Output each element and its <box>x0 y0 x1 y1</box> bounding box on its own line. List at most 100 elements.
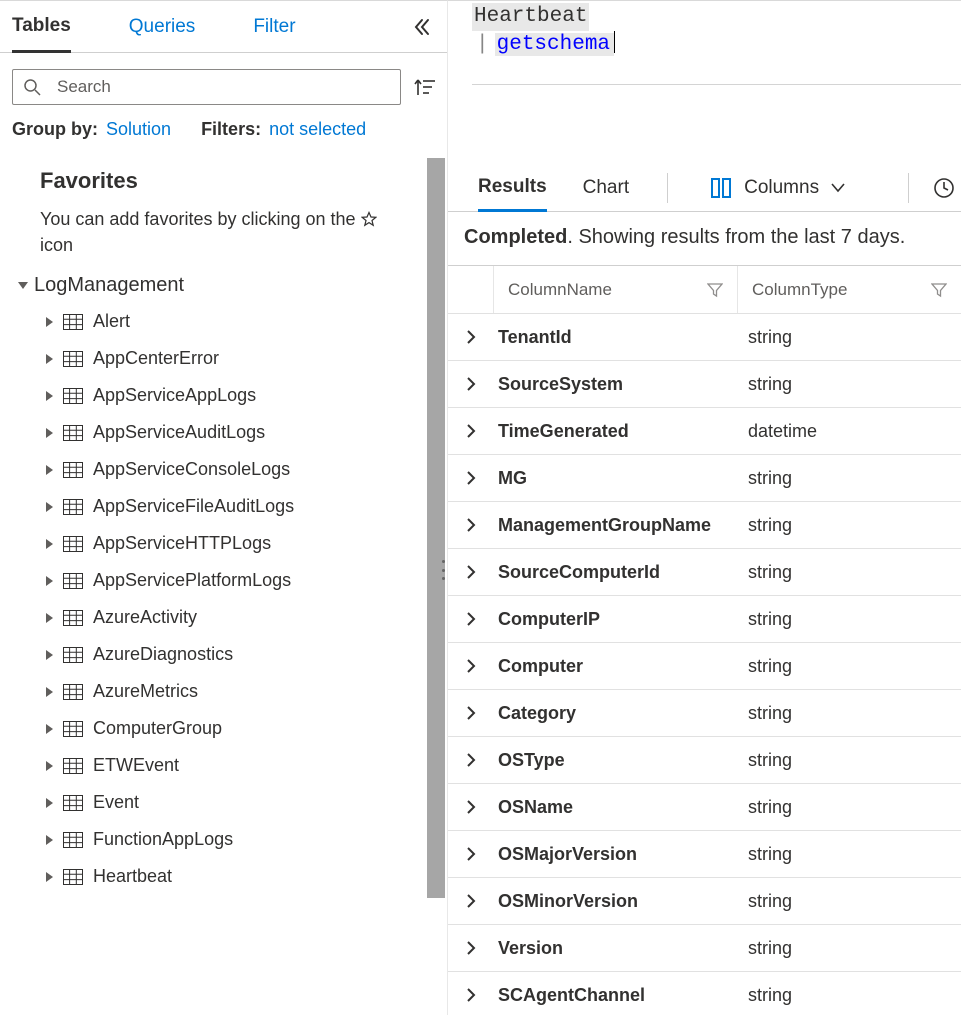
table-row[interactable]: TenantId string <box>448 314 961 361</box>
table-row[interactable]: OSMajorVersion string <box>448 831 961 878</box>
table-item-label: AppServiceHTTPLogs <box>93 533 271 554</box>
table-row[interactable]: OSName string <box>448 784 961 831</box>
table-item[interactable]: Alert <box>46 303 425 340</box>
th-columnname-label: ColumnName <box>508 280 612 300</box>
row-expand[interactable] <box>448 612 494 626</box>
table-item[interactable]: Event <box>46 784 425 821</box>
th-columntype[interactable]: ColumnType <box>738 266 961 313</box>
row-expand[interactable] <box>448 424 494 438</box>
groupby-label: Group by: <box>12 119 98 140</box>
row-expand[interactable] <box>448 330 494 344</box>
table-item[interactable]: AppServiceHTTPLogs <box>46 525 425 562</box>
table-icon <box>63 795 83 811</box>
groupby-value[interactable]: Solution <box>106 119 171 140</box>
filters-value[interactable]: not selected <box>269 119 366 140</box>
table-item[interactable]: AppServiceAuditLogs <box>46 414 425 451</box>
chevron-right-icon <box>465 424 477 438</box>
table-item[interactable]: ComputerGroup <box>46 710 425 747</box>
table-row[interactable]: ManagementGroupName string <box>448 502 961 549</box>
table-row[interactable]: Computer string <box>448 643 961 690</box>
caret-right-icon <box>46 391 53 401</box>
cell-columnname: SourceComputerId <box>494 562 738 583</box>
tab-filter[interactable]: Filter <box>253 1 295 53</box>
table-row[interactable]: SourceSystem string <box>448 361 961 408</box>
table-row[interactable]: OSType string <box>448 737 961 784</box>
schema-panel: Tables Queries Filter Group b <box>0 0 448 1015</box>
table-item[interactable]: AppServiceFileAuditLogs <box>46 488 425 525</box>
table-item[interactable]: AppServiceAppLogs <box>46 377 425 414</box>
table-item[interactable]: AzureActivity <box>46 599 425 636</box>
table-item-label: AzureActivity <box>93 607 197 628</box>
filter-icon[interactable] <box>931 282 947 298</box>
row-expand[interactable] <box>448 800 494 814</box>
table-item[interactable]: AppCenterError <box>46 340 425 377</box>
columns-label: Columns <box>744 177 819 199</box>
row-expand[interactable] <box>448 518 494 532</box>
table-icon <box>63 499 83 515</box>
th-columnname[interactable]: ColumnName <box>494 266 738 313</box>
row-expand[interactable] <box>448 706 494 720</box>
table-item[interactable]: FunctionAppLogs <box>46 821 425 858</box>
cell-columntype: string <box>738 327 961 348</box>
table-row[interactable]: SCAgentChannel string <box>448 972 961 1015</box>
table-row[interactable]: SourceComputerId string <box>448 549 961 596</box>
row-expand[interactable] <box>448 988 494 1002</box>
table-row[interactable]: Version string <box>448 925 961 972</box>
table-item[interactable]: AzureMetrics <box>46 673 425 710</box>
star-icon <box>361 211 377 227</box>
search-input[interactable] <box>55 76 390 98</box>
cell-columntype: string <box>738 562 961 583</box>
filter-icon[interactable] <box>707 282 723 298</box>
query-token-table: Heartbeat <box>472 3 589 31</box>
row-expand[interactable] <box>448 941 494 955</box>
row-expand[interactable] <box>448 894 494 908</box>
chevron-right-icon <box>465 565 477 579</box>
row-expand[interactable] <box>448 377 494 391</box>
tab-queries[interactable]: Queries <box>129 1 196 53</box>
row-expand[interactable] <box>448 659 494 673</box>
search-box[interactable] <box>12 69 401 105</box>
tab-results[interactable]: Results <box>478 164 547 212</box>
table-item[interactable]: AzureDiagnostics <box>46 636 425 673</box>
favorites-help-text: You can add favorites by clicking on the… <box>28 202 425 268</box>
table-icon <box>63 832 83 848</box>
table-row[interactable]: Category string <box>448 690 961 737</box>
table-item[interactable]: AppServicePlatformLogs <box>46 562 425 599</box>
chevron-right-icon <box>465 330 477 344</box>
table-row[interactable]: ComputerIP string <box>448 596 961 643</box>
time-range-button[interactable] <box>908 173 955 203</box>
columns-button[interactable]: Columns <box>710 177 845 199</box>
row-expand[interactable] <box>448 565 494 579</box>
table-row[interactable]: MG string <box>448 455 961 502</box>
cell-columnname: MG <box>494 468 738 489</box>
table-item[interactable]: AppServiceConsoleLogs <box>46 451 425 488</box>
collapse-panel-button[interactable] <box>413 1 431 52</box>
caret-right-icon <box>46 539 53 549</box>
results-toolbar: Results Chart Columns <box>448 164 961 212</box>
caret-right-icon <box>46 798 53 808</box>
table-item[interactable]: ETWEvent <box>46 747 425 784</box>
query-editor[interactable]: Heartbeat |getschema <box>448 0 961 152</box>
row-expand[interactable] <box>448 847 494 861</box>
cell-columnname: Computer <box>494 656 738 677</box>
table-item-label: AppServicePlatformLogs <box>93 570 291 591</box>
table-row[interactable]: OSMinorVersion string <box>448 878 961 925</box>
table-item-label: ComputerGroup <box>93 718 222 739</box>
sort-button[interactable] <box>413 77 435 97</box>
row-expand[interactable] <box>448 753 494 767</box>
row-expand[interactable] <box>448 471 494 485</box>
cell-columntype: string <box>738 656 961 677</box>
tab-chart[interactable]: Chart <box>583 164 629 212</box>
group-logmanagement[interactable]: LogManagement <box>18 268 425 303</box>
scrollbar-thumb[interactable] <box>427 158 445 898</box>
cell-columnname: SCAgentChannel <box>494 985 738 1006</box>
columns-icon <box>710 177 732 199</box>
caret-right-icon <box>46 428 53 438</box>
tab-tables[interactable]: Tables <box>12 1 71 53</box>
cell-columntype: string <box>738 515 961 536</box>
panel-resize-handle[interactable] <box>442 560 450 580</box>
table-row[interactable]: TimeGenerated datetime <box>448 408 961 455</box>
cell-columntype: datetime <box>738 421 961 442</box>
cell-columntype: string <box>738 891 961 912</box>
table-item[interactable]: Heartbeat <box>46 858 425 895</box>
